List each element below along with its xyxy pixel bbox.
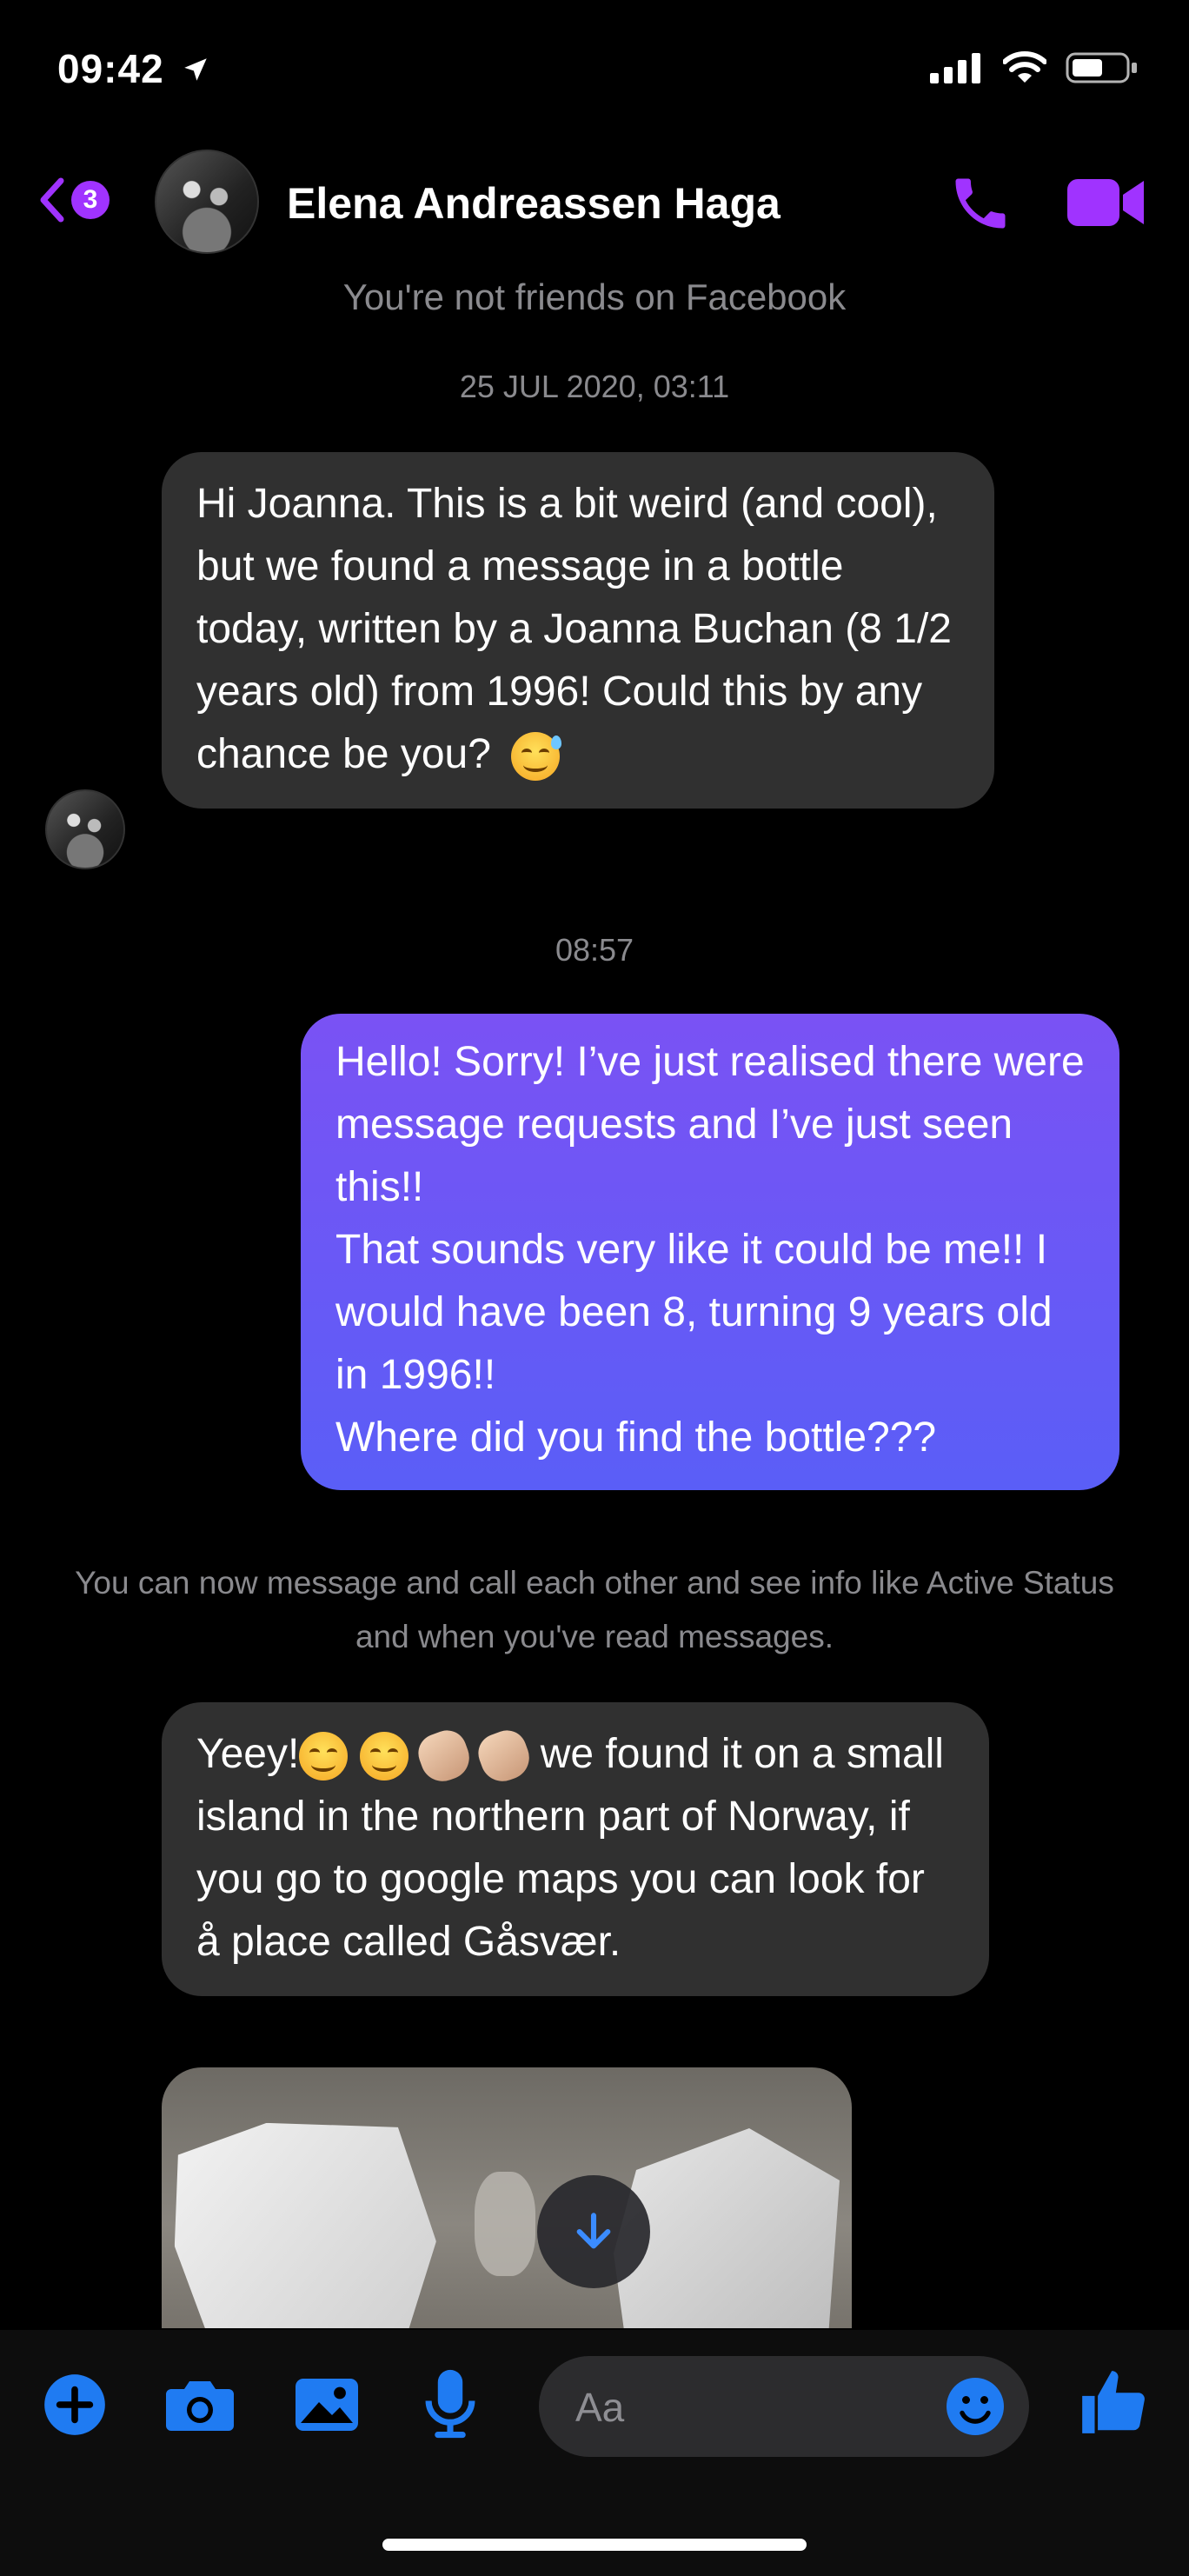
incoming-message[interactable]: Hi Joanna. This is a bit weird (and cool… (162, 452, 994, 809)
not-friends-note: You're not friends on Facebook (342, 276, 847, 317)
timestamp: 08:57 (555, 932, 634, 968)
emoji-icon[interactable] (944, 2375, 1006, 2438)
microphone-icon[interactable] (422, 2366, 478, 2441)
contact-avatar[interactable] (155, 150, 259, 254)
photo-glove (475, 2172, 535, 2276)
plus-icon[interactable] (42, 2372, 108, 2438)
system-note: You can now message and call each other … (75, 1565, 1114, 1654)
video-call-icon[interactable] (1066, 174, 1146, 231)
camera-icon[interactable] (163, 2373, 236, 2436)
wifi-icon (1003, 51, 1046, 83)
incoming-message[interactable]: Yeey! we found it on a small island in t… (162, 1702, 989, 1996)
contact-name[interactable]: Elena Andreassen Haga (287, 178, 780, 229)
unread-badge: 3 (71, 181, 110, 219)
outgoing-message[interactable]: Hello! Sorry! I’ve just realised there w… (301, 1014, 1119, 1490)
message-text: Yeey! (196, 1731, 300, 1777)
cellular-signal-icon (930, 53, 980, 83)
smiling-face-emoji-icon (359, 1732, 409, 1781)
timestamp: 25 JUL 2020, 03:11 (459, 369, 730, 404)
smiling-face-emoji-icon (299, 1732, 349, 1781)
home-indicator[interactable] (382, 2539, 807, 2551)
photo-paper-left (163, 2107, 446, 2328)
clapping-hands-emoji-icon (473, 1725, 536, 1788)
location-arrow-icon (184, 58, 208, 81)
grinning-sweat-emoji-icon (511, 732, 562, 782)
message-input[interactable] (574, 2377, 942, 2438)
status-time: 09:42 (57, 45, 210, 92)
chevron-left-icon (40, 177, 64, 223)
download-button[interactable] (537, 2175, 650, 2288)
message-composer[interactable] (539, 2356, 1029, 2457)
battery-icon (1066, 52, 1137, 83)
thumbs-up-icon[interactable] (1076, 2363, 1151, 2441)
back-button[interactable]: 3 (35, 174, 110, 226)
photo-attachment[interactable] (162, 2067, 852, 2328)
phone-call-icon[interactable] (947, 170, 1013, 236)
status-indicators (930, 50, 1139, 85)
clapping-hands-emoji-icon (413, 1725, 475, 1788)
arrow-down-icon (576, 2213, 611, 2249)
gallery-icon[interactable] (292, 2373, 362, 2436)
sender-avatar[interactable] (45, 789, 125, 869)
message-text: Hi Joanna. This is a bit weird (and cool… (196, 481, 952, 777)
